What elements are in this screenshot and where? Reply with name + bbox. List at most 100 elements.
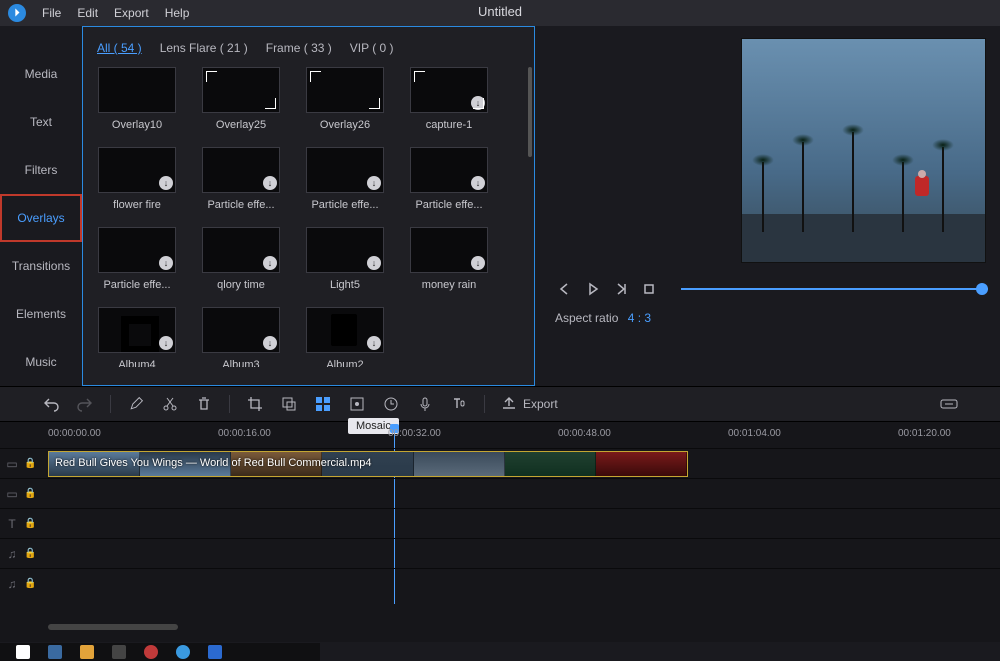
lock-icon[interactable]: 🔒	[24, 458, 40, 469]
duration-button[interactable]	[382, 395, 400, 413]
thumbnail-label: Particle effe...	[202, 199, 280, 211]
thumbnail-item[interactable]: ↓capture-1	[409, 67, 489, 131]
sidebar-item-elements[interactable]: Elements	[0, 290, 82, 338]
lock-icon[interactable]: 🔒	[24, 548, 40, 559]
export-button[interactable]: Export	[501, 396, 558, 412]
thumbnail-label: Overlay25	[202, 119, 280, 131]
download-icon[interactable]: ↓	[263, 256, 277, 270]
tab-frame[interactable]: Frame ( 33 )	[266, 41, 332, 55]
thumbnail-item[interactable]: ↓Album4	[97, 307, 177, 367]
video-track[interactable]: ▭ 🔒 Red Bull Gives You Wings — World of …	[0, 448, 1000, 478]
fit-timeline-button[interactable]	[940, 395, 958, 413]
library-scrollbar[interactable]	[528, 67, 532, 157]
sidebar-item-overlays[interactable]: Overlays	[0, 194, 82, 242]
thumbnail-item[interactable]: ↓Particle effe...	[305, 147, 385, 211]
text-track[interactable]: T 🔒	[0, 508, 1000, 538]
next-frame-button[interactable]	[611, 279, 631, 299]
thumbnail-preview	[98, 67, 176, 113]
thumbnail-item[interactable]: ↓ Album3	[201, 307, 281, 367]
download-icon[interactable]: ↓	[159, 256, 173, 270]
thumbnail-item[interactable]: ↓ Particle effe...	[201, 147, 281, 211]
audio-track[interactable]: ♫ 🔒	[0, 538, 1000, 568]
download-icon[interactable]: ↓	[471, 256, 485, 270]
undo-button[interactable]	[42, 395, 60, 413]
thumbnail-item[interactable]: ↓ Particle effe...	[97, 227, 177, 291]
timeline: Mosaic 00:00:00.0000:00:16.0000:00:32.00…	[0, 422, 1000, 642]
timeline-scrollbar[interactable]	[48, 624, 178, 630]
aspect-ratio-value[interactable]: 4 : 3	[628, 311, 651, 325]
thumbnail-label: Particle effe...	[98, 279, 176, 291]
download-icon[interactable]: ↓	[159, 336, 173, 350]
sidebar-item-filters[interactable]: Filters	[0, 146, 82, 194]
audio-track-icon: ♫	[0, 577, 24, 591]
library-panel: All ( 54 ) Lens Flare ( 21 ) Frame ( 33 …	[82, 26, 535, 386]
preview-controls	[555, 279, 988, 299]
thumbnail-label: Album3	[202, 359, 280, 367]
lock-icon[interactable]: 🔒	[24, 488, 40, 499]
thumbnail-item[interactable]: ↓Particle effe...	[409, 147, 489, 211]
prev-frame-button[interactable]	[555, 279, 575, 299]
lock-icon[interactable]: 🔒	[24, 518, 40, 529]
mosaic-button[interactable]	[314, 395, 332, 413]
thumbnail-grid: Overlay10 Overlay25 Overlay26 ↓capture-1 ↓fl…	[97, 67, 530, 367]
download-icon[interactable]: ↓	[263, 336, 277, 350]
stop-button[interactable]	[639, 279, 659, 299]
preview-panel: Aspect ratio 4 : 3	[535, 26, 1000, 386]
menu-help[interactable]: Help	[165, 6, 190, 20]
tab-all[interactable]: All ( 54 )	[97, 41, 142, 55]
split-button[interactable]	[161, 395, 179, 413]
download-icon[interactable]: ↓	[367, 336, 381, 350]
menu-edit[interactable]: Edit	[77, 6, 98, 20]
thumbnail-item[interactable]: Overlay25	[201, 67, 281, 131]
thumbnail-item[interactable]: ↓ Light5	[305, 227, 385, 291]
delete-button[interactable]	[195, 395, 213, 413]
thumbnail-preview: ↓	[306, 227, 384, 273]
edit-button[interactable]	[127, 395, 145, 413]
ruler-tick: 00:00:32.00	[388, 428, 441, 439]
download-icon[interactable]: ↓	[367, 176, 381, 190]
audio-track-2[interactable]: ♫ 🔒	[0, 568, 1000, 598]
overlay-track[interactable]: ▭ 🔒	[0, 478, 1000, 508]
voiceover-button[interactable]	[416, 395, 434, 413]
menu-file[interactable]: File	[42, 6, 61, 20]
sidebar-item-media[interactable]: Media	[0, 50, 82, 98]
preview-seekbar[interactable]	[681, 288, 988, 290]
thumbnail-item[interactable]: ↓ qlory time	[201, 227, 281, 291]
zoom-button[interactable]	[280, 395, 298, 413]
redo-button[interactable]	[76, 395, 94, 413]
crop-button[interactable]	[246, 395, 264, 413]
thumbnail-item[interactable]: Overlay26	[305, 67, 385, 131]
video-track-icon: ▭	[0, 457, 24, 471]
text-to-speech-button[interactable]	[450, 395, 468, 413]
download-icon[interactable]: ↓	[471, 176, 485, 190]
thumbnail-item[interactable]: ↓money rain	[409, 227, 489, 291]
freeze-frame-button[interactable]	[348, 395, 366, 413]
preview-video[interactable]	[741, 38, 986, 263]
video-clip[interactable]: Red Bull Gives You Wings — World of Red …	[48, 451, 688, 477]
sidebar-item-music[interactable]: Music	[0, 338, 82, 386]
timeline-ruler[interactable]: Mosaic 00:00:00.0000:00:16.0000:00:32.00…	[48, 422, 1000, 448]
app-icon: ⏵	[8, 4, 26, 22]
download-icon[interactable]: ↓	[263, 176, 277, 190]
download-icon[interactable]: ↓	[367, 256, 381, 270]
thumbnail-item[interactable]: ↓flower fire	[97, 147, 177, 211]
download-icon[interactable]: ↓	[159, 176, 173, 190]
lock-icon[interactable]: 🔒	[24, 578, 40, 589]
sidebar-item-text[interactable]: Text	[0, 98, 82, 146]
thumbnail-item[interactable]: ↓ Album2	[305, 307, 385, 367]
thumbnail-label: qlory time	[202, 279, 280, 291]
text-track-icon: T	[0, 517, 24, 531]
thumbnail-label: Album2	[306, 359, 384, 367]
thumbnail-preview: ↓	[410, 67, 488, 113]
thumbnail-preview: ↓	[202, 227, 280, 273]
thumbnail-label: Light5	[306, 279, 384, 291]
ruler-tick: 00:00:16.00	[218, 428, 271, 439]
download-icon[interactable]: ↓	[471, 96, 485, 110]
menu-export[interactable]: Export	[114, 6, 149, 20]
sidebar-item-transitions[interactable]: Transitions	[0, 242, 82, 290]
tab-vip[interactable]: VIP ( 0 )	[350, 41, 394, 55]
tab-lens-flare[interactable]: Lens Flare ( 21 )	[160, 41, 248, 55]
play-button[interactable]	[583, 279, 603, 299]
thumbnail-label: Overlay26	[306, 119, 384, 131]
thumbnail-item[interactable]: Overlay10	[97, 67, 177, 131]
